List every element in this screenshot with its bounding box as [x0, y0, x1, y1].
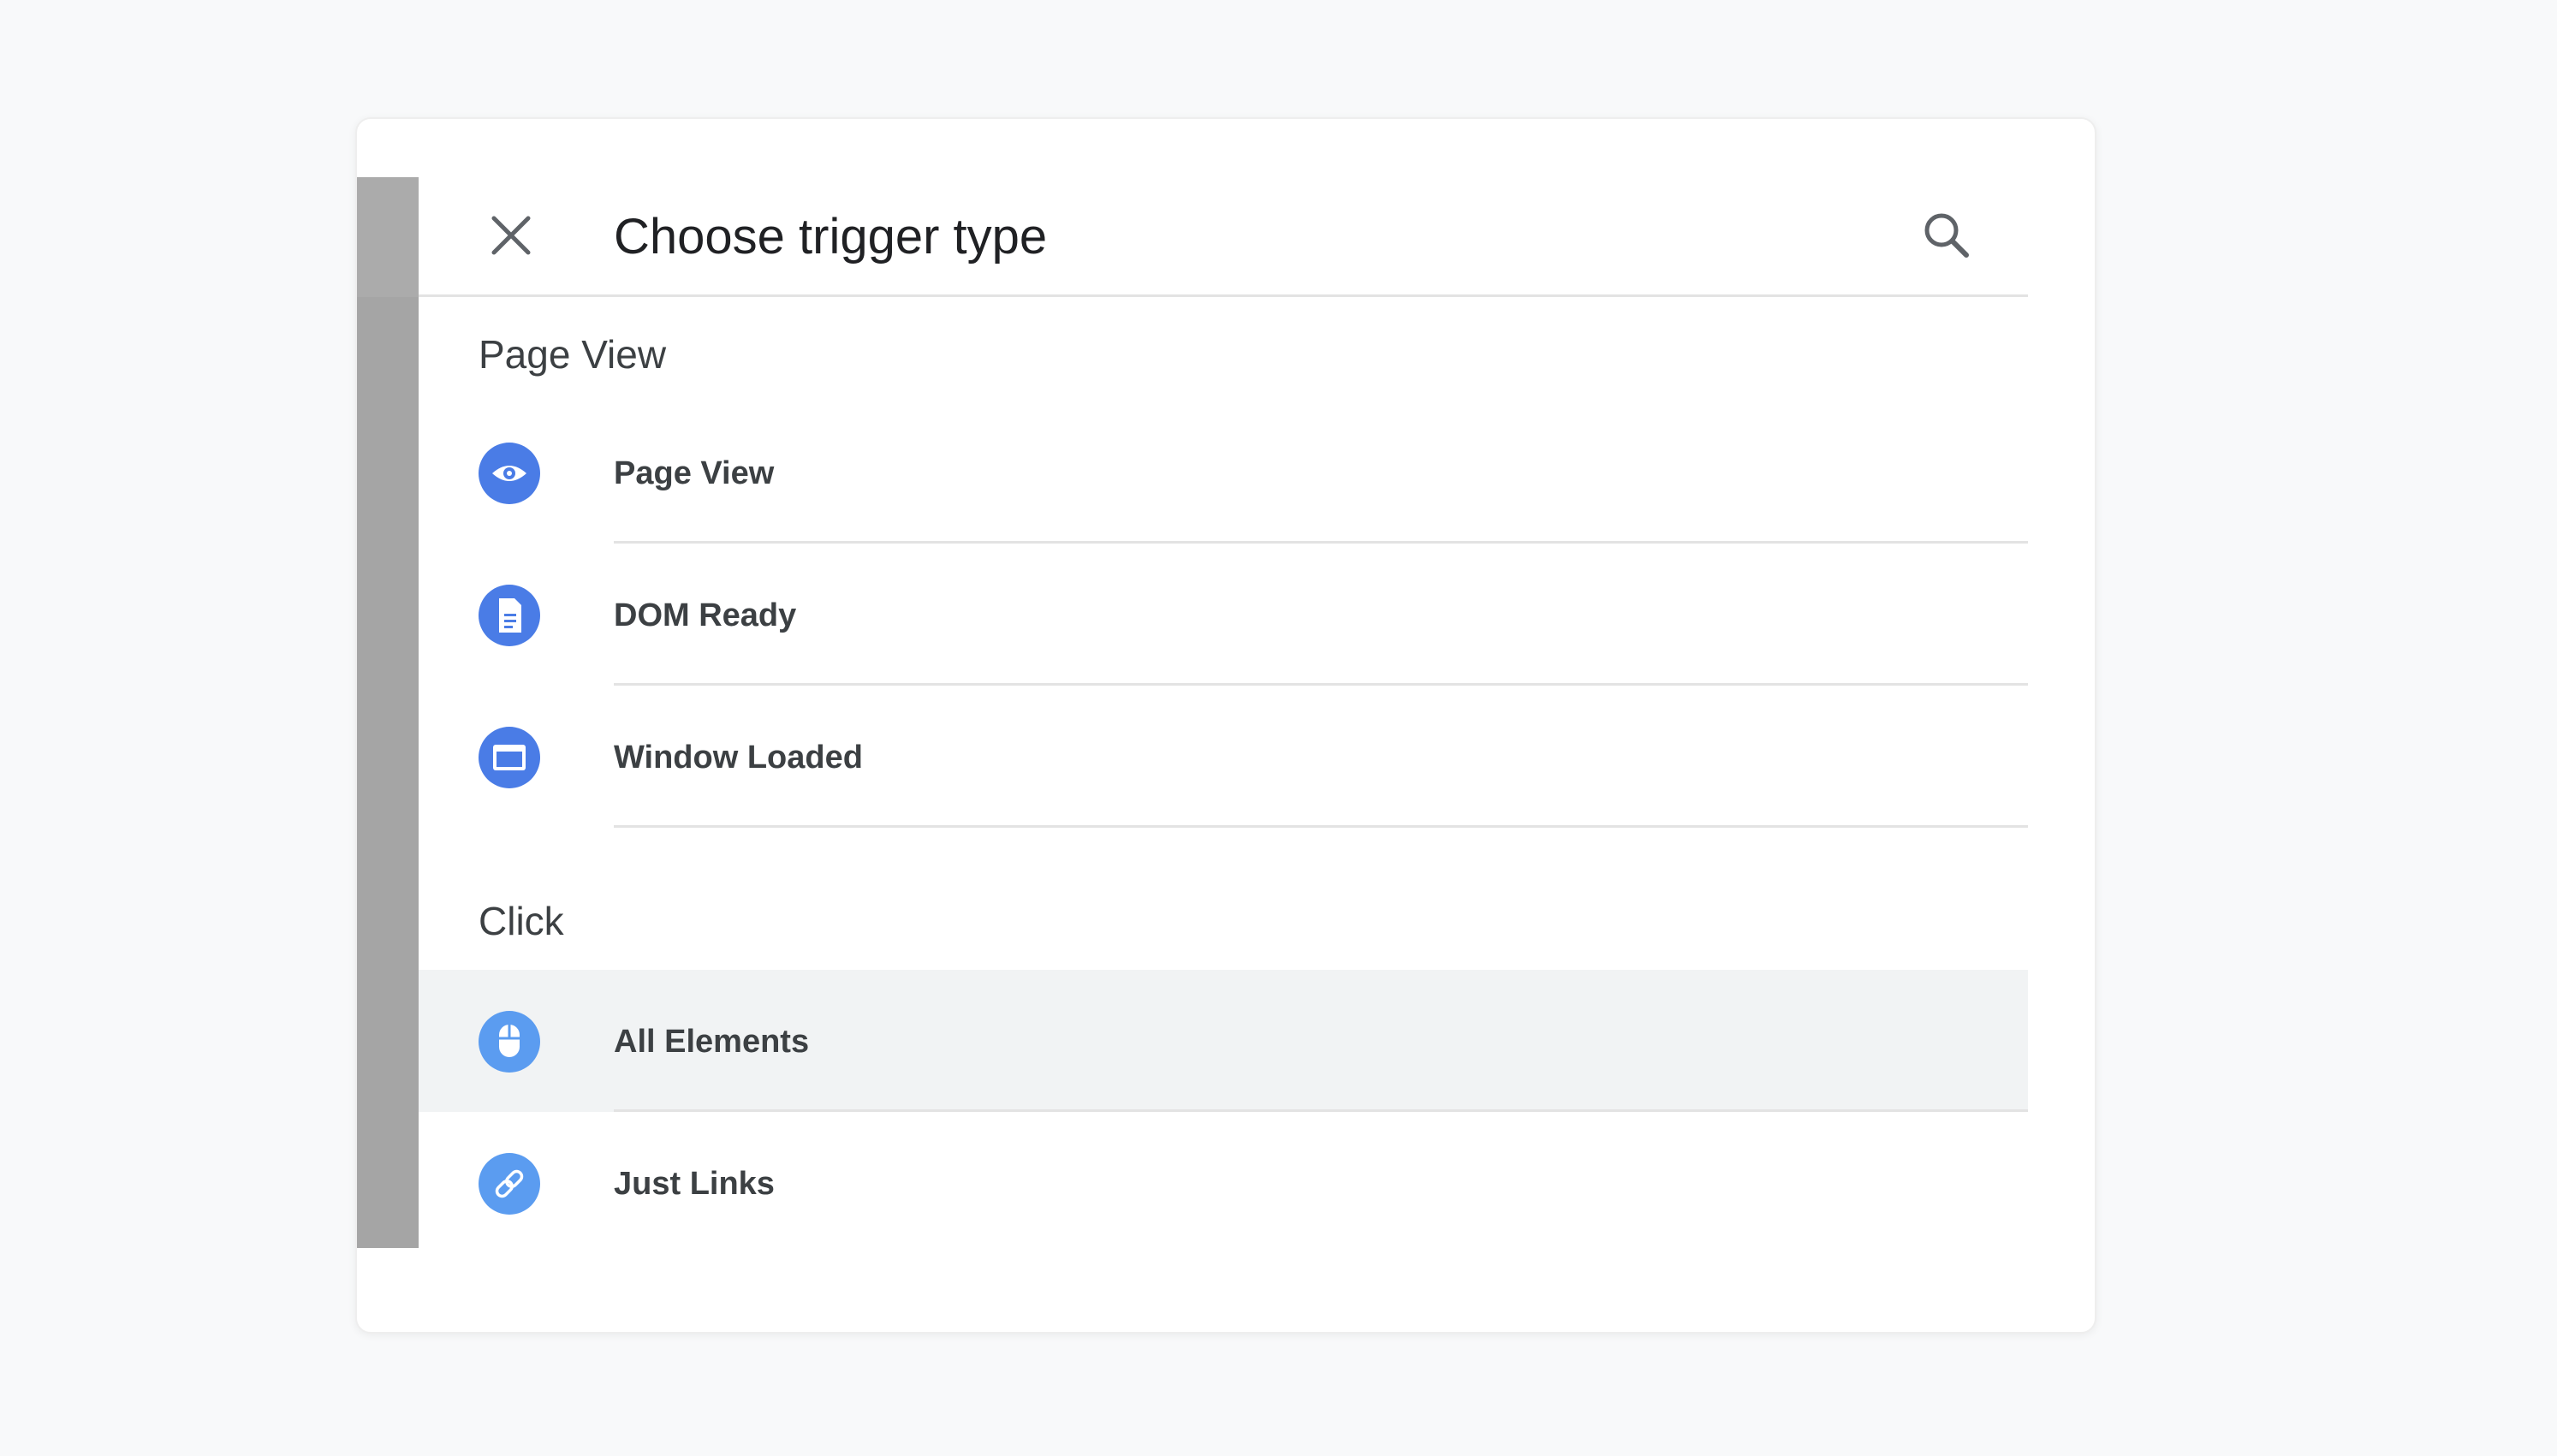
link-icon — [479, 1153, 540, 1215]
item-divider — [614, 825, 2028, 828]
trigger-item-just-links[interactable]: Just Links — [419, 1112, 2028, 1254]
eye-icon — [479, 443, 540, 504]
close-icon — [491, 216, 531, 255]
side-panel-strip — [357, 177, 419, 1248]
dialog-title: Choose trigger type — [614, 209, 1048, 264]
mouse-icon — [479, 1011, 540, 1073]
search-button[interactable] — [1912, 201, 1981, 270]
trigger-item-label: Window Loaded — [614, 740, 863, 776]
trigger-type-dialog: Choose trigger type Page View Page View — [355, 117, 2096, 1334]
dialog-header: Choose trigger type — [419, 177, 2028, 297]
trigger-item-all-elements[interactable]: All Elements — [419, 970, 2028, 1112]
trigger-item-page-view[interactable]: Page View — [419, 401, 2028, 544]
trigger-item-label: All Elements — [614, 1024, 810, 1060]
window-icon — [479, 727, 540, 788]
document-icon — [479, 585, 540, 646]
trigger-item-dom-ready[interactable]: DOM Ready — [419, 544, 2028, 686]
trigger-item-window-loaded[interactable]: Window Loaded — [419, 686, 2028, 828]
section-title-click: Click — [479, 899, 564, 943]
trigger-item-label: Just Links — [614, 1166, 775, 1202]
search-icon — [1924, 213, 1969, 258]
trigger-item-label: DOM Ready — [614, 597, 797, 633]
trigger-type-panel: Choose trigger type Page View Page View — [419, 177, 2028, 1248]
trigger-item-label: Page View — [614, 455, 775, 491]
close-button[interactable] — [477, 201, 545, 270]
side-panel-strip-header — [357, 177, 419, 297]
section-title-page-view: Page View — [479, 332, 667, 377]
